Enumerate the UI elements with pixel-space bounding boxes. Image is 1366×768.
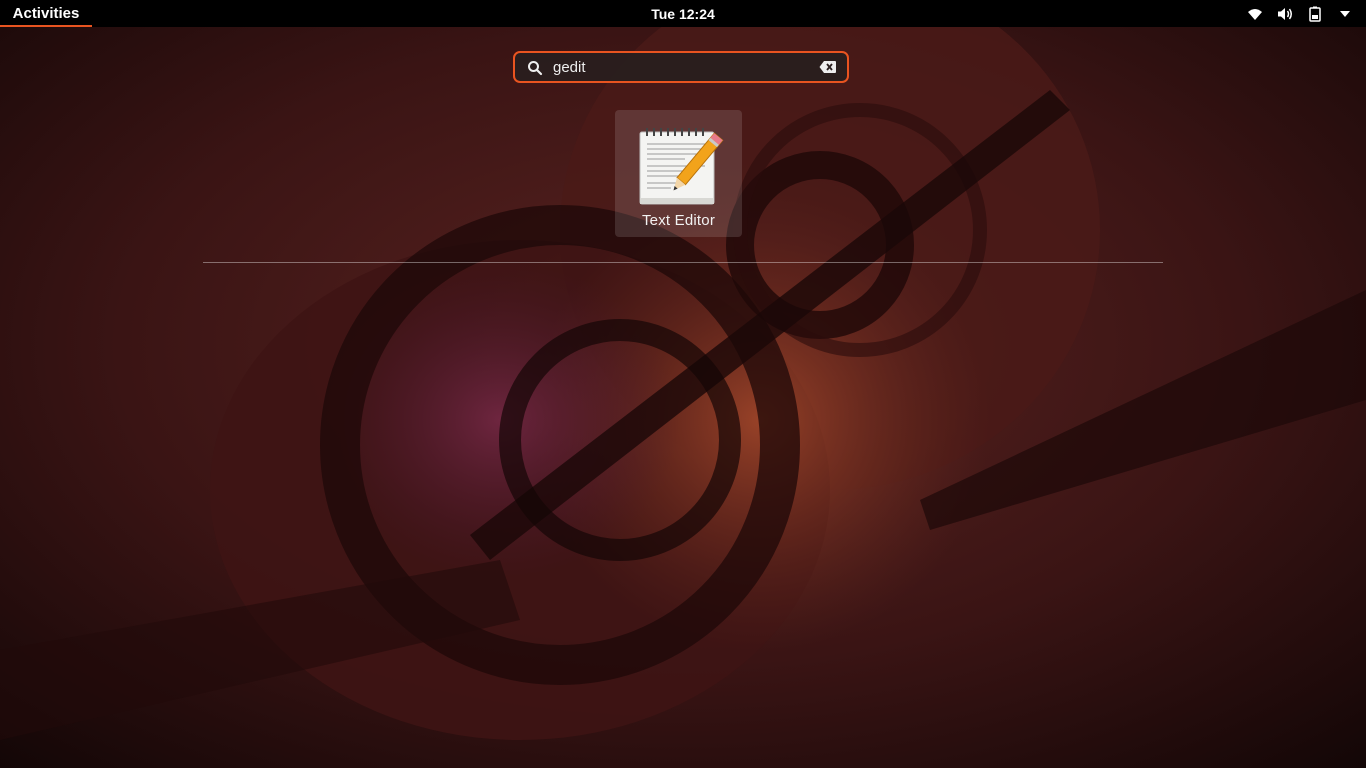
search-input[interactable] <box>553 57 813 77</box>
status-area[interactable] <box>1246 0 1354 27</box>
activities-button[interactable]: Activities <box>0 0 92 27</box>
search-result-text-editor[interactable]: Text Editor <box>615 110 742 237</box>
volume-icon <box>1276 5 1294 23</box>
dropdown-arrow-icon <box>1336 5 1354 23</box>
clock[interactable]: Tue 12:24 <box>651 0 715 27</box>
battery-icon <box>1306 5 1324 23</box>
results-separator <box>203 262 1163 263</box>
wifi-icon <box>1246 5 1264 23</box>
activities-indicator <box>0 25 92 27</box>
app-name-label: Text Editor <box>641 212 716 229</box>
clock-label: Tue 12:24 <box>651 5 715 22</box>
text-editor-icon <box>635 124 725 208</box>
search-box[interactable] <box>513 51 849 83</box>
top-bar: Activities Tue 12:24 <box>0 0 1366 27</box>
clear-search-icon[interactable] <box>819 60 837 76</box>
activities-label: Activities <box>12 5 80 22</box>
search-icon <box>527 60 543 76</box>
